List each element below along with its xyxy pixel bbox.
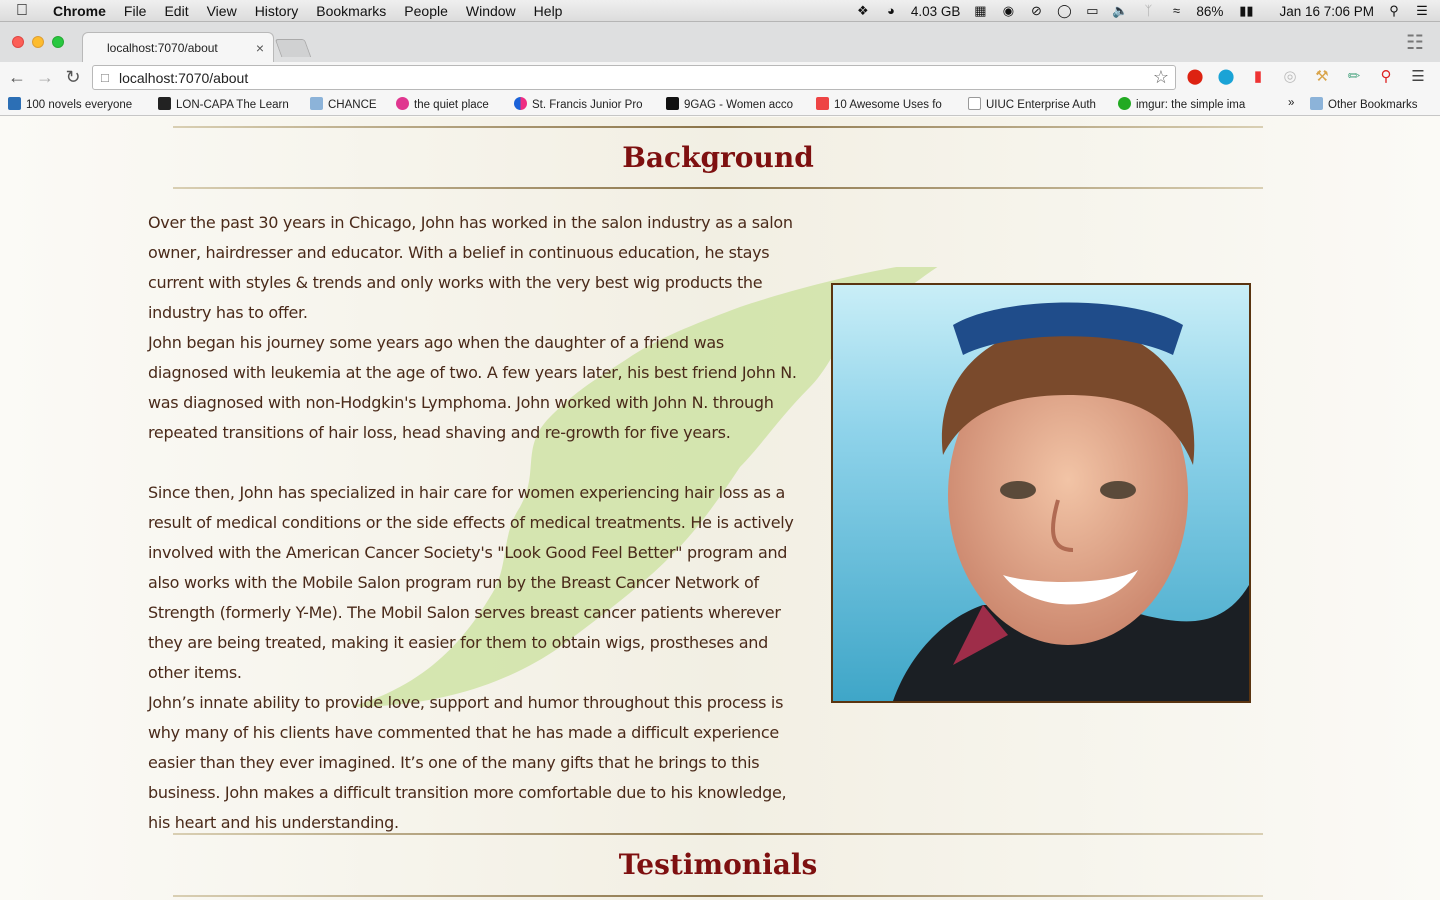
new-tab-button[interactable] <box>274 39 312 57</box>
extension-bookmark-icon[interactable]: ▮ <box>1248 68 1268 86</box>
wifi-icon[interactable]: ≈ <box>1168 4 1184 18</box>
zoom-window-button[interactable] <box>52 36 64 48</box>
extension-pin-icon[interactable]: ⚲ <box>1376 68 1396 86</box>
incognito-profile-icon[interactable]: ☷ <box>1400 30 1430 58</box>
extension-gray-icon[interactable]: ◎ <box>1280 68 1300 86</box>
apple-menu-icon[interactable]:  <box>0 2 44 20</box>
bookmark-favicon-icon <box>1118 97 1131 110</box>
minimize-window-button[interactable] <box>32 36 44 48</box>
app-tray-icon[interactable]: ▦ <box>972 4 988 18</box>
page-icon <box>968 97 981 110</box>
do-not-disturb-icon[interactable]: ⊘ <box>1028 4 1044 18</box>
chrome-menu-icon[interactable]: ☰ <box>1408 68 1428 86</box>
menu-app-name[interactable]: Chrome <box>44 3 115 19</box>
bookmark-favicon-icon <box>396 97 409 110</box>
folder-icon <box>1310 97 1323 110</box>
menu-bookmarks[interactable]: Bookmarks <box>307 3 395 19</box>
battery-percent[interactable]: 86% <box>1196 4 1223 19</box>
folder-icon <box>310 97 323 110</box>
john-portrait-photo <box>831 283 1251 703</box>
tab-about[interactable]: localhost:7070/about × <box>82 32 274 62</box>
bluetooth-icon[interactable]: ᛉ <box>1140 4 1156 18</box>
menu-history[interactable]: History <box>246 3 308 19</box>
tab-close-icon[interactable]: × <box>256 40 264 56</box>
menu-edit[interactable]: Edit <box>155 3 197 19</box>
background-paragraph-2: John began his journey some years ago wh… <box>148 333 797 442</box>
background-paragraph-1: Over the past 30 years in Chicago, John … <box>148 213 793 322</box>
extension-eyedropper-icon[interactable]: ✏ <box>1344 68 1364 86</box>
bookmark-star-icon[interactable]: ☆ <box>1153 67 1169 88</box>
battery-icon[interactable]: ▮▮ <box>1235 4 1257 18</box>
address-bar-url: localhost:7070/about <box>119 70 249 86</box>
close-window-button[interactable] <box>12 36 24 48</box>
bookmarks-bar: 100 novels everyone LON-CAPA The Learn C… <box>0 92 1440 116</box>
bookmark-favicon-icon <box>514 97 527 110</box>
bookmark-item[interactable]: 100 novels everyone <box>8 97 142 111</box>
divider <box>173 187 1263 189</box>
macos-menubar:  Chrome File Edit View History Bookmark… <box>0 0 1440 22</box>
menu-people[interactable]: People <box>395 3 457 19</box>
divider <box>173 833 1263 835</box>
memory-readout[interactable]: 4.03 GB <box>911 4 961 19</box>
bookmark-item[interactable]: St. Francis Junior Pro <box>514 97 650 111</box>
extension-tool-icon[interactable]: ⚒ <box>1312 68 1332 86</box>
bookmark-item[interactable]: imgur: the simple ima <box>1118 97 1254 111</box>
menubar-tray: ❖ ◕ 4.03 GB ▦ ◉ ⊘ ◯ ▭ 🔈 ᛉ ≈ 86% ▮▮ Jan 1… <box>855 0 1430 22</box>
background-paragraph-3: Since then, John has specialized in hair… <box>148 483 794 682</box>
volume-icon[interactable]: 🔈 <box>1112 4 1128 18</box>
portrait-image <box>833 285 1249 701</box>
divider <box>173 126 1263 128</box>
menu-view[interactable]: View <box>198 3 246 19</box>
page-viewport: Background Over the past 30 years in Chi… <box>0 117 1440 900</box>
reload-icon[interactable]: ↻ <box>62 67 84 87</box>
menu-window[interactable]: Window <box>457 3 525 19</box>
extension-adblock-icon[interactable]: ⬤ <box>1185 68 1205 86</box>
bookmark-item[interactable]: the quiet place <box>396 97 500 111</box>
menu-help[interactable]: Help <box>525 3 572 19</box>
airplay-icon[interactable]: ▭ <box>1084 4 1100 18</box>
memory-gauge-icon[interactable]: ◕ <box>883 4 899 18</box>
bookmark-item[interactable]: 10 Awesome Uses fo <box>816 97 952 111</box>
spotlight-search-icon[interactable]: ⚲ <box>1386 4 1402 18</box>
dropbox-icon[interactable]: ❖ <box>855 4 871 18</box>
extension-blue-icon[interactable]: ⬤ <box>1216 68 1236 86</box>
browser-titlebar: localhost:7070/about × ☷ <box>0 22 1440 62</box>
bookmark-item[interactable]: UIUC Enterprise Auth <box>968 97 1104 111</box>
background-heading: Background <box>622 141 814 174</box>
background-paragraph-4: John’s innate ability to provide love, s… <box>148 693 787 832</box>
bookmark-favicon-icon <box>158 97 171 110</box>
bookmark-favicon-icon <box>666 97 679 110</box>
divider <box>173 895 1263 897</box>
testimonials-heading: Testimonials <box>618 848 818 881</box>
notification-center-icon[interactable]: ☰ <box>1414 4 1430 18</box>
tab-title: localhost:7070/about <box>107 41 218 55</box>
tray-app-icon[interactable]: ◉ <box>1000 4 1016 18</box>
bookmark-favicon-icon <box>816 97 829 110</box>
bookmarks-overflow-chevron-icon[interactable]: » <box>1288 97 1302 109</box>
bookmark-favicon-icon <box>8 97 21 110</box>
menu-file[interactable]: File <box>115 3 156 19</box>
bookmark-item[interactable]: 9GAG - Women acco <box>666 97 802 111</box>
disk-icon[interactable]: ◯ <box>1056 4 1072 18</box>
forward-icon[interactable]: → <box>34 67 56 87</box>
bookmark-folder[interactable]: CHANCE <box>310 97 384 111</box>
back-icon[interactable]: ← <box>6 67 28 87</box>
address-bar[interactable]: □ localhost:7070/about ☆ <box>92 65 1176 90</box>
clock[interactable]: Jan 16 7:06 PM <box>1279 4 1374 19</box>
other-bookmarks-folder[interactable]: Other Bookmarks <box>1310 97 1436 111</box>
bookmark-item[interactable]: LON-CAPA The Learn <box>158 97 294 111</box>
browser-toolbar: ← → ↻ □ localhost:7070/about ☆ ⬤ ⬤ ▮ ◎ ⚒… <box>0 62 1440 92</box>
page-icon: □ <box>101 70 109 85</box>
